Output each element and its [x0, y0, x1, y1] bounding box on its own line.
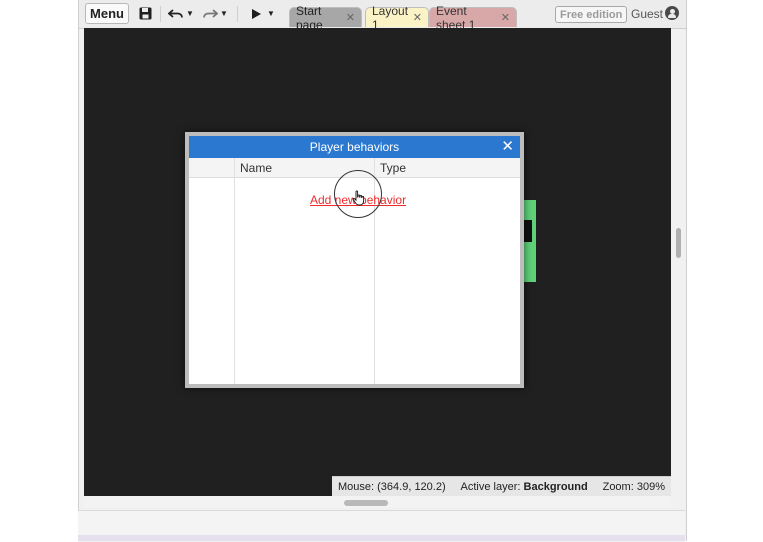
dialog-title: Player behaviors — [309, 140, 400, 154]
save-icon[interactable] — [137, 4, 153, 23]
horizontal-scrollbar-thumb[interactable] — [344, 500, 388, 506]
status-bar: Mouse: (364.9, 120.2) Active layer: Back… — [332, 476, 671, 496]
undo-dropdown-icon[interactable]: ▼ — [186, 4, 194, 23]
menu-button[interactable]: Menu — [85, 3, 129, 24]
toolbar-separator — [160, 6, 161, 22]
close-icon[interactable]: ✕ — [501, 138, 514, 156]
redo-icon[interactable] — [201, 4, 219, 23]
column-header-name[interactable]: Name — [240, 161, 272, 175]
user-avatar-icon[interactable] — [665, 6, 679, 20]
tab-layout-1[interactable]: Layout 1 ✕ — [365, 4, 429, 32]
column-divider — [234, 158, 235, 384]
close-icon[interactable]: ✕ — [413, 11, 422, 24]
close-icon[interactable]: ✕ — [346, 11, 355, 24]
dialog-title-bar[interactable]: Player behaviors ✕ — [189, 136, 520, 158]
active-layer: Active layer: Background — [460, 480, 588, 493]
redo-dropdown-icon[interactable]: ▼ — [220, 4, 228, 23]
main-toolbar: Menu ▼ ▼ ▼ Start page ✕ Layout 1 ✕ Event… — [79, 0, 686, 32]
edition-badge[interactable]: Free edition — [555, 6, 628, 23]
vertical-scrollbar-thumb[interactable] — [676, 228, 681, 258]
player-sprite[interactable] — [522, 200, 536, 282]
column-header-type[interactable]: Type — [380, 161, 406, 175]
bottom-edge — [78, 535, 685, 541]
undo-icon[interactable] — [167, 4, 185, 23]
hand-cursor-icon — [352, 190, 366, 206]
tab-start-page[interactable]: Start page ✕ — [289, 4, 362, 32]
play-icon[interactable] — [249, 4, 263, 23]
toolbar-separator — [237, 6, 238, 22]
zoom-level: Zoom: 309% — [602, 480, 665, 493]
user-name[interactable]: Guest — [631, 7, 663, 21]
close-icon[interactable]: ✕ — [501, 11, 510, 24]
mouse-position: Mouse: (364.9, 120.2) — [338, 480, 446, 493]
tab-event-sheet-1[interactable]: Event sheet 1 ✕ — [429, 4, 517, 32]
play-dropdown-icon[interactable]: ▼ — [267, 4, 275, 23]
